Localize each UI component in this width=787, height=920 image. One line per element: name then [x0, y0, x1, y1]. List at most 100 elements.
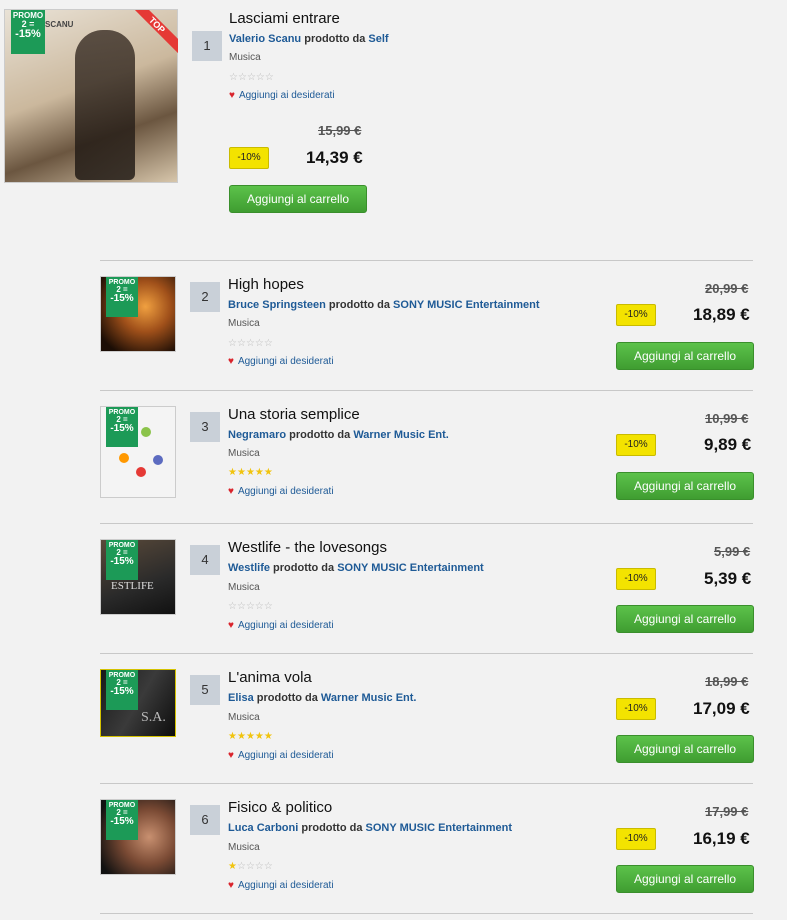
product-title[interactable]: L'anima vola: [228, 669, 312, 686]
label-link[interactable]: SONY MUSIC Entertainment: [393, 299, 540, 311]
star-icon: ★: [236, 731, 246, 742]
heart-icon: ♥: [229, 90, 235, 101]
rank-number: 6: [190, 805, 220, 835]
star-icon: ☆: [236, 601, 246, 612]
star-icon: ☆: [254, 601, 264, 612]
star-icon: ☆: [236, 861, 246, 872]
star-icon: ☆: [237, 72, 247, 83]
category: Musica: [228, 712, 260, 723]
add-to-cart-button[interactable]: Aggiungi al carrello: [616, 865, 754, 893]
star-icon: ☆: [263, 338, 273, 349]
promo-badge: PROMO 2 = -15%: [106, 670, 138, 710]
star-icon: ★: [254, 467, 264, 478]
product-byline: Westlife prodotto da SONY MUSIC Entertai…: [228, 562, 484, 574]
old-price: 5,99 €: [714, 544, 751, 559]
heart-icon: ♥: [228, 880, 234, 891]
cover-text: SCANU: [45, 20, 74, 29]
add-to-cart-button[interactable]: Aggiungi al carrello: [616, 472, 754, 500]
add-to-cart-button[interactable]: Aggiungi al carrello: [616, 735, 754, 763]
old-price: 15,99 €: [318, 123, 362, 138]
promo-value: -15%: [11, 29, 45, 40]
star-icon: ★: [263, 467, 273, 478]
by-connector: prodotto da: [304, 33, 366, 45]
artist-link[interactable]: Westlife: [228, 562, 270, 574]
star-icon: ★: [254, 731, 264, 742]
product-title[interactable]: Fisico & politico: [228, 799, 332, 816]
heart-icon: ♥: [228, 750, 234, 761]
add-to-cart-button[interactable]: Aggiungi al carrello: [229, 185, 367, 213]
star-icon: ☆: [245, 601, 255, 612]
old-price: 20,99 €: [705, 281, 749, 296]
promo-badge: PROMO 2 = -15%: [11, 10, 45, 54]
star-icon: ★: [228, 731, 237, 742]
rank-number: 2: [190, 282, 220, 312]
rating-stars: ☆☆☆☆☆: [228, 338, 273, 349]
divider: [100, 913, 753, 914]
label-link[interactable]: Warner Music Ent.: [321, 692, 417, 704]
star-icon: ★: [228, 861, 237, 872]
product-byline: Bruce Springsteen prodotto da SONY MUSIC…: [228, 299, 540, 311]
wishlist-link[interactable]: ♥ Aggiungi ai desiderati: [228, 750, 334, 761]
promo-value: -15%: [106, 687, 138, 697]
discount-badge: -10%: [616, 698, 656, 720]
artist-link[interactable]: Valerio Scanu: [229, 33, 301, 45]
star-icon: ☆: [263, 601, 273, 612]
star-icon: ★: [245, 467, 255, 478]
star-icon: ☆: [228, 601, 237, 612]
label-link[interactable]: Self: [368, 33, 388, 45]
label-link[interactable]: SONY MUSIC Entertainment: [337, 562, 484, 574]
category: Musica: [228, 318, 260, 329]
cover-artwork: [119, 453, 129, 463]
divider: [100, 653, 753, 654]
wishlist-link[interactable]: ♥ Aggiungi ai desiderati: [228, 880, 334, 891]
promo-badge: PROMO 2 = -15%: [106, 800, 138, 840]
star-icon: ☆: [245, 338, 255, 349]
wishlist-link[interactable]: ♥ Aggiungi ai desiderati: [228, 486, 334, 497]
star-icon: ☆: [236, 338, 246, 349]
artist-link[interactable]: Bruce Springsteen: [228, 299, 326, 311]
wishlist-label: Aggiungi ai desiderati: [237, 620, 334, 631]
label-link[interactable]: SONY MUSIC Entertainment: [366, 822, 513, 834]
by-connector: prodotto da: [289, 429, 351, 441]
promo-value: -15%: [106, 424, 138, 434]
product-title[interactable]: Lasciami entrare: [229, 10, 340, 27]
by-connector: prodotto da: [273, 562, 335, 574]
wishlist-link[interactable]: ♥ Aggiungi ai desiderati: [229, 90, 335, 101]
rating-stars: ★☆☆☆☆: [228, 861, 273, 872]
add-to-cart-button[interactable]: Aggiungi al carrello: [616, 342, 754, 370]
label-link[interactable]: Warner Music Ent.: [353, 429, 449, 441]
add-to-cart-button[interactable]: Aggiungi al carrello: [616, 605, 754, 633]
artist-link[interactable]: Elisa: [228, 692, 254, 704]
star-icon: ☆: [246, 72, 256, 83]
divider: [100, 390, 753, 391]
wishlist-label: Aggiungi ai desiderati: [237, 486, 334, 497]
rank-number: 5: [190, 675, 220, 705]
product-byline: Luca Carboni prodotto da SONY MUSIC Ente…: [228, 822, 512, 834]
star-icon: ☆: [254, 861, 264, 872]
wishlist-label: Aggiungi ai desiderati: [238, 90, 335, 101]
rank-number: 1: [192, 31, 222, 61]
product-title[interactable]: Una storia semplice: [228, 406, 360, 423]
star-icon: ★: [228, 467, 237, 478]
new-price: 14,39 €: [306, 148, 363, 167]
star-icon: ☆: [263, 861, 273, 872]
product-byline: Valerio Scanu prodotto da Self: [229, 33, 389, 45]
artist-link[interactable]: Luca Carboni: [228, 822, 298, 834]
wishlist-label: Aggiungi ai desiderati: [237, 750, 334, 761]
star-icon: ☆: [264, 72, 274, 83]
product-title[interactable]: Westlife - the lovesongs: [228, 539, 387, 556]
discount-badge: -10%: [616, 304, 656, 326]
category: Musica: [228, 582, 260, 593]
promo-value: -15%: [106, 817, 138, 827]
heart-icon: ♥: [228, 620, 234, 631]
cover-artwork: [136, 467, 146, 477]
wishlist-link[interactable]: ♥ Aggiungi ai desiderati: [228, 356, 334, 367]
wishlist-link[interactable]: ♥ Aggiungi ai desiderati: [228, 620, 334, 631]
divider: [100, 783, 753, 784]
rating-stars: ☆☆☆☆☆: [229, 72, 274, 83]
star-icon: ☆: [254, 338, 264, 349]
wishlist-label: Aggiungi ai desiderati: [237, 356, 334, 367]
product-title[interactable]: High hopes: [228, 276, 304, 293]
artist-link[interactable]: Negramaro: [228, 429, 286, 441]
discount-badge: -10%: [616, 434, 656, 456]
